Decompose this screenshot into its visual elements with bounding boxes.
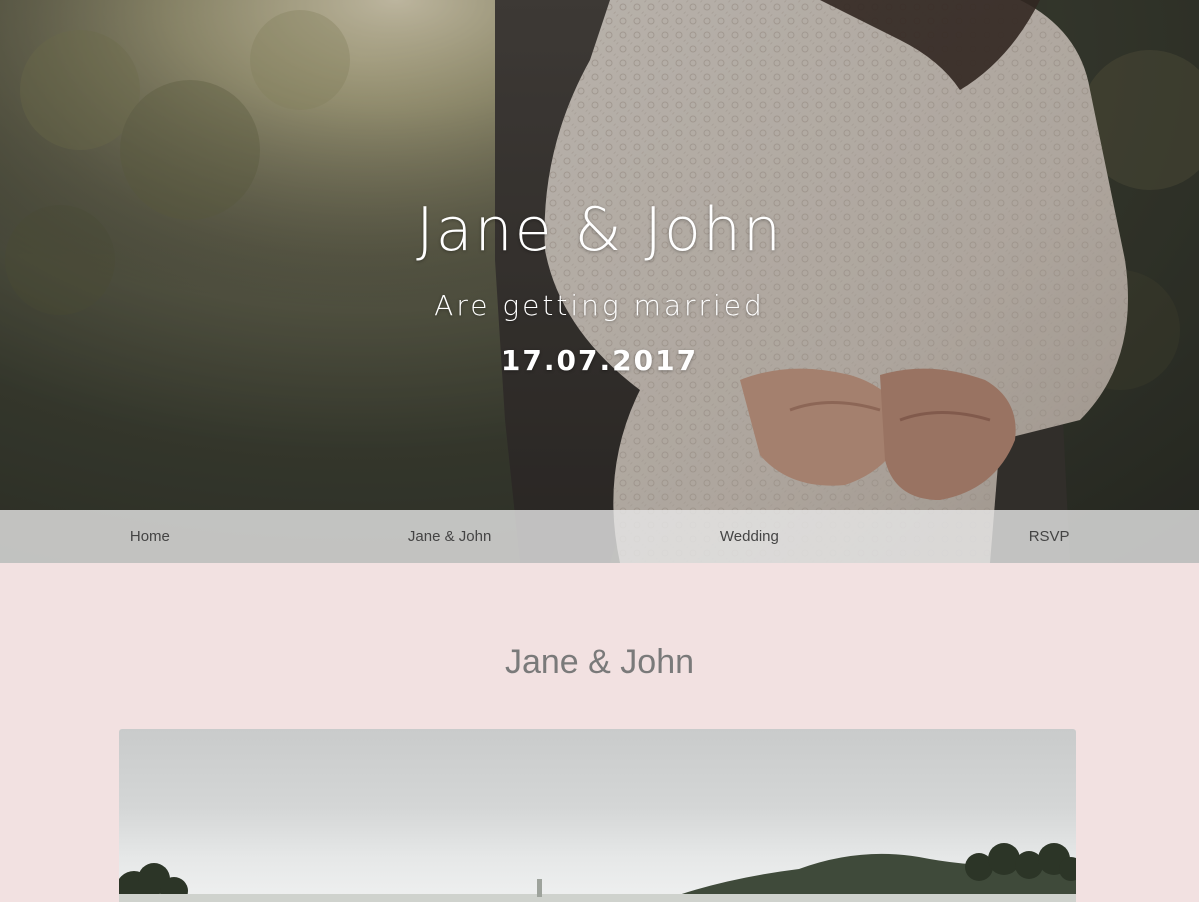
hero-title: Jane & John xyxy=(416,195,783,265)
nav-wedding[interactable]: Wedding xyxy=(600,510,900,563)
couple-landscape-photo xyxy=(119,729,1076,902)
section-title: Jane & John xyxy=(504,643,695,681)
nav-rsvp[interactable]: RSVP xyxy=(899,510,1199,563)
hero-subtitle: Are getting married xyxy=(434,289,765,322)
hero-banner: Jane & John Are getting married 17.07.20… xyxy=(0,0,1199,563)
main-nav: Home Jane & John Wedding RSVP xyxy=(0,510,1199,563)
nav-home[interactable]: Home xyxy=(0,510,300,563)
nav-jane-and-john[interactable]: Jane & John xyxy=(300,510,600,563)
wedding-date: 17.07.2017 xyxy=(500,344,699,377)
hero-couple-photo xyxy=(0,0,1199,563)
